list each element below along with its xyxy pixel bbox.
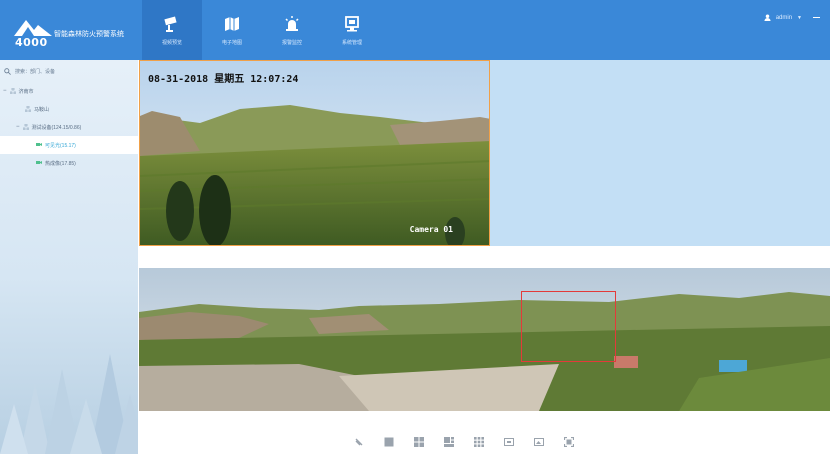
tab-electronic-map[interactable]: 电子地图 (202, 0, 262, 60)
record-icon[interactable] (504, 437, 514, 447)
camera-feed-image (140, 61, 489, 245)
org-icon (25, 106, 31, 112)
osd-camera-label: Camera 01 (409, 225, 453, 234)
video-window-empty[interactable] (490, 60, 830, 246)
chevron-down-icon: ▼ (797, 14, 802, 21)
video-window-active[interactable]: 08-31-2018 星期五 12:07:24 Camera 01 (139, 60, 490, 246)
org-icon (9, 88, 16, 94)
camera-node-icon (36, 161, 42, 164)
tree-node-maanshan[interactable]: 马鞍山 (0, 100, 138, 118)
tab-electronic-map-label: 电子地图 (221, 39, 242, 46)
panorama-selection-box[interactable] (521, 291, 616, 362)
fullscreen-icon[interactable] (564, 437, 574, 447)
app-title: 智能森林防火预警系统 (54, 31, 124, 38)
tab-video-preview[interactable]: 视频预览 (142, 0, 202, 60)
user-icon (764, 14, 771, 21)
logo: 智能森林防火预警系统 4000 (0, 0, 138, 60)
camera-node-icon (36, 143, 42, 146)
settings-monitor-icon (345, 15, 359, 31)
layout-1-icon[interactable] (384, 437, 394, 447)
tab-system-management-label: 系统管理 (341, 39, 362, 46)
search-input[interactable]: 搜索：部门、设备 (15, 68, 55, 75)
tree-node-visible-camera[interactable]: 可见光(15.17) (0, 136, 138, 154)
username: admin (775, 14, 793, 21)
panorama-view[interactable] (139, 268, 830, 411)
main-nav: 视频预览 电子地图 报警监控 系统管理 (142, 0, 382, 60)
search-icon (4, 67, 11, 75)
minimize-icon[interactable] (813, 16, 820, 19)
alarm-icon (285, 15, 299, 31)
tree-node-thermal-camera[interactable]: 热成像(17.85) (0, 154, 138, 172)
map-icon (225, 16, 239, 31)
org-icon (22, 124, 29, 130)
tree-node-label: 可见光(15.17) (45, 142, 76, 149)
tab-video-preview-label: 视频预览 (161, 39, 182, 46)
ptz-icon[interactable] (354, 437, 364, 447)
top-bar: 智能森林防火预警系统 4000 视频预览 电子地图 报警监控 系统管理 admi… (0, 0, 830, 60)
logo-number: 4000 (15, 36, 48, 49)
tree-search[interactable]: 搜索：部门、设备 (4, 64, 132, 78)
tree-node-test-device[interactable]: − 测试设备(124.15/0.86) (0, 118, 138, 136)
layout-6-icon[interactable] (444, 437, 454, 447)
tab-system-management[interactable]: 系统管理 (322, 0, 382, 60)
tree-node-label: 热成像(17.85) (45, 160, 76, 167)
osd-timestamp: 08-31-2018 星期五 12:07:24 (148, 74, 299, 85)
snapshot-icon[interactable] (534, 437, 544, 447)
collapse-icon[interactable]: − (3, 88, 7, 94)
pine-forest-decoration (0, 354, 138, 454)
tree-node-jinan[interactable]: − 济南市 (0, 82, 138, 100)
layout-9-icon[interactable] (474, 437, 484, 447)
video-toolbar (354, 437, 574, 447)
tree-node-label: 测试设备(124.15/0.86) (31, 124, 82, 131)
tab-alarm-monitor-label: 报警监控 (281, 39, 302, 46)
tree-node-label: 马鞍山 (34, 106, 50, 113)
camera-icon (164, 16, 177, 32)
panorama-image (139, 268, 830, 411)
collapse-icon[interactable]: − (16, 124, 20, 130)
tree-node-label: 济南市 (18, 88, 34, 95)
device-tree: − 济南市 马鞍山 − 测试设备(124.15/0.86) 可见光(15.17)… (0, 82, 138, 172)
device-tree-sidebar: 搜索：部门、设备 − 济南市 马鞍山 − 测试设备(124.15/0.86) 可… (0, 60, 138, 454)
layout-4-icon[interactable] (414, 437, 424, 447)
tab-alarm-monitor[interactable]: 报警监控 (262, 0, 322, 60)
user-menu[interactable]: admin ▼ (764, 14, 820, 21)
